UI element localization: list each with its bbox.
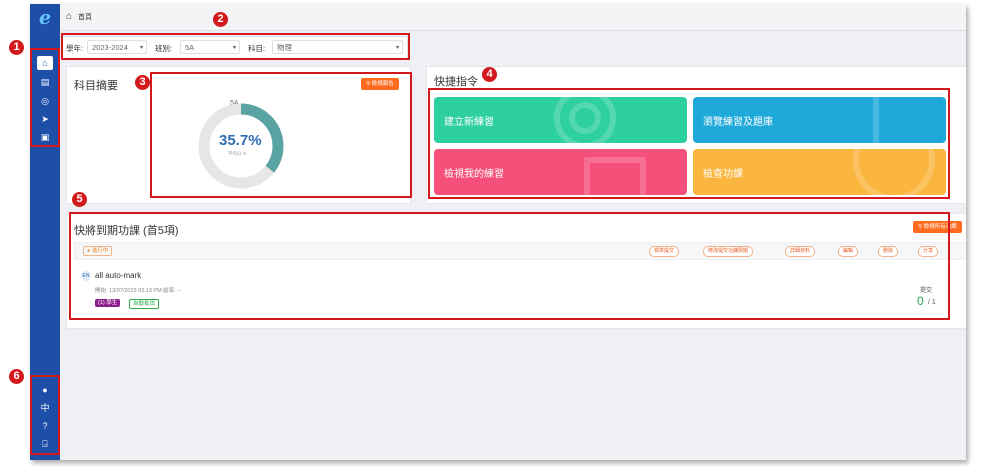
home-breadcrumb-icon[interactable]: ⌂ xyxy=(66,11,72,22)
annotation-box-5 xyxy=(69,212,950,320)
summary-title: 科目摘要 xyxy=(74,80,118,92)
annotation-box-4 xyxy=(428,88,950,199)
app-logo-icon[interactable]: ℯ xyxy=(36,9,54,28)
breadcrumb: ⌂ 首頁 xyxy=(60,4,966,31)
annotation-box-1 xyxy=(30,48,60,147)
annotation-box-2 xyxy=(61,33,410,60)
annotation-marker-6: 6 xyxy=(9,369,24,384)
annotation-marker-5: 5 xyxy=(72,192,87,207)
annotation-marker-1: 1 xyxy=(9,40,24,55)
annotation-marker-4: 4 xyxy=(482,67,497,82)
annotation-marker-3: 3 xyxy=(135,75,150,90)
annotation-box-3 xyxy=(150,72,412,198)
annotation-marker-2: 2 xyxy=(213,12,228,27)
annotation-box-6 xyxy=(30,375,60,455)
breadcrumb-label[interactable]: 首頁 xyxy=(78,12,92,22)
quick-title: 快捷指令 xyxy=(434,76,478,88)
